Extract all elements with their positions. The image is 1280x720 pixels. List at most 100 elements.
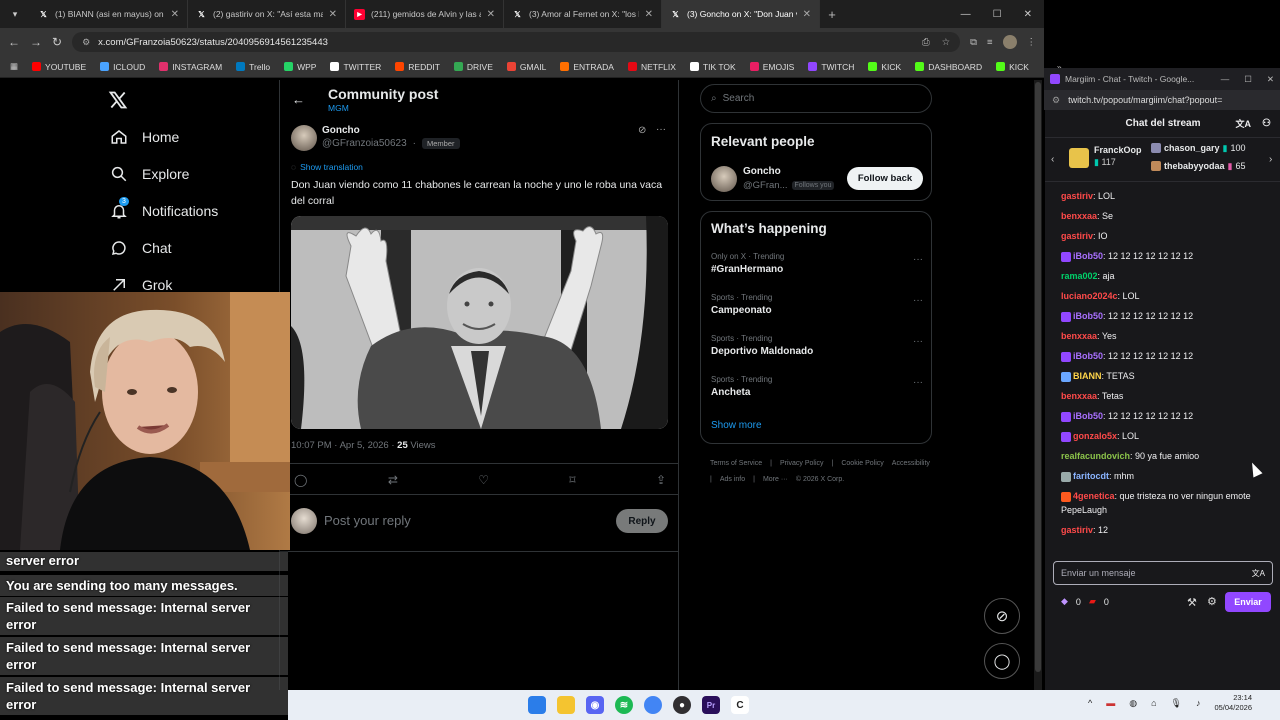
bookmark-star-icon[interactable]: ☆ bbox=[942, 37, 951, 48]
community-name[interactable]: MGM bbox=[328, 103, 349, 113]
translate-icon[interactable]: 文A bbox=[1252, 568, 1265, 579]
chat-username[interactable]: gastiriv bbox=[1061, 191, 1093, 201]
bookmark-dashboard[interactable]: DASHBOARD bbox=[915, 62, 982, 72]
trend-item[interactable]: Sports · Trending Campeonato ··· bbox=[711, 293, 923, 334]
chat-message[interactable]: benxxaa: Tetas bbox=[1045, 386, 1280, 406]
apps-icon[interactable]: ▦ bbox=[10, 61, 18, 72]
obs-icon[interactable]: ● bbox=[673, 696, 691, 714]
back-arrow-icon[interactable]: ← bbox=[292, 92, 305, 107]
chat-message[interactable]: benxxaa: Se bbox=[1045, 206, 1280, 226]
show-translation-link[interactable]: ◌ Show translation bbox=[291, 162, 363, 172]
sidebar-item-notifications[interactable]: 3 Notifications bbox=[110, 197, 218, 220]
footer-link[interactable]: Privacy Policy bbox=[780, 456, 824, 472]
more-options-icon[interactable]: ··· bbox=[913, 377, 923, 388]
new-tab-button[interactable]: + bbox=[820, 7, 844, 22]
tab-5[interactable]: 𝕏 (3) Goncho on X: "Don Juan vie ✕ bbox=[662, 0, 820, 28]
tray-chevron-icon[interactable]: ^ bbox=[1088, 698, 1092, 708]
sidebar-item-home[interactable]: Home bbox=[110, 128, 218, 146]
sidebar-item-explore[interactable]: Explore bbox=[110, 165, 218, 183]
chat-username[interactable]: BIANN bbox=[1073, 371, 1102, 381]
back-icon[interactable]: ← bbox=[8, 35, 20, 49]
share-icon[interactable]: ⇪ bbox=[656, 473, 666, 487]
chat-username[interactable]: faritocdt bbox=[1073, 471, 1109, 481]
chat-username[interactable]: iBob50 bbox=[1073, 351, 1103, 361]
install-icon[interactable]: ⎙ bbox=[922, 37, 930, 48]
close-window-icon[interactable]: ✕ bbox=[1267, 74, 1274, 85]
chat-username[interactable]: rama002 bbox=[1061, 271, 1098, 281]
users-icon[interactable]: ⚇ bbox=[1262, 118, 1271, 129]
windows-start-icon[interactable] bbox=[528, 696, 546, 714]
chat-username[interactable]: iBob50 bbox=[1073, 311, 1103, 321]
more-options-icon[interactable]: ··· bbox=[913, 254, 923, 265]
more-options-icon[interactable]: ··· bbox=[656, 124, 666, 135]
tray-steam-icon[interactable]: ◍ bbox=[1129, 698, 1137, 709]
sidebar-item-chat[interactable]: Chat bbox=[110, 239, 218, 257]
chat-message[interactable]: BIANN: TETAS bbox=[1045, 366, 1280, 386]
close-icon[interactable]: ✕ bbox=[329, 9, 337, 20]
chat-username[interactable]: iBob50 bbox=[1073, 251, 1103, 261]
chat-message[interactable]: iBob50: 12 12 12 12 12 12 12 bbox=[1045, 346, 1280, 366]
tab-3[interactable]: ▶ (211) gemidos de Alvin y las ar ✕ bbox=[346, 0, 504, 28]
chat-message[interactable]: iBob50: 12 12 12 12 12 12 12 bbox=[1045, 246, 1280, 266]
follow-back-button[interactable]: Follow back bbox=[847, 167, 923, 190]
reply-button[interactable]: Reply bbox=[616, 509, 668, 533]
bookmark-wpp[interactable]: WPP bbox=[284, 62, 316, 72]
chat-message[interactable]: gastiriv: 12 bbox=[1045, 520, 1280, 540]
capcut-icon[interactable]: C bbox=[731, 696, 749, 714]
maximize-icon[interactable]: ☐ bbox=[1244, 74, 1252, 85]
chat-message[interactable]: realfacundovich: 90 ya fue amioo bbox=[1045, 446, 1280, 466]
mod-tools-icon[interactable]: ⚒ bbox=[1187, 596, 1197, 609]
translate-icon[interactable]: 文A bbox=[1236, 117, 1252, 130]
post-image[interactable] bbox=[291, 216, 668, 429]
chat-message[interactable]: iBob50: 12 12 12 12 12 12 12 bbox=[1045, 306, 1280, 326]
grok-float-icon[interactable]: ⊘ bbox=[984, 598, 1020, 634]
tray-app-icon[interactable]: ▬ bbox=[1106, 698, 1115, 708]
chat-message[interactable]: rama002: aja bbox=[1045, 266, 1280, 286]
chat-message[interactable]: gastiriv: LOL bbox=[1045, 186, 1280, 206]
premiere-icon[interactable]: Pr bbox=[702, 696, 720, 714]
chat-message[interactable]: gonzalo5x: LOL bbox=[1045, 426, 1280, 446]
close-icon[interactable]: ✕ bbox=[803, 9, 811, 20]
bookmark-reddit[interactable]: REDDIT bbox=[395, 62, 440, 72]
file-explorer-icon[interactable] bbox=[557, 696, 575, 714]
bits-icon[interactable]: ▰ bbox=[1089, 596, 1096, 607]
bookmark-youtube[interactable]: YOUTUBE bbox=[32, 62, 86, 72]
bookmark-icloud[interactable]: ICLOUD bbox=[100, 62, 145, 72]
bookmark-twitch[interactable]: TWITCH bbox=[808, 62, 854, 72]
minimize-icon[interactable]: — bbox=[961, 9, 971, 20]
footer-link[interactable]: Accessibility bbox=[892, 456, 930, 472]
address-bar[interactable]: ⚙ x.com/GFranzoia50623/status/2040956914… bbox=[72, 32, 961, 52]
chat-message[interactable]: gastiriv: IO bbox=[1045, 226, 1280, 246]
channel-points-icon[interactable]: ◆ bbox=[1061, 596, 1068, 607]
reading-list-icon[interactable]: ≡ bbox=[987, 37, 993, 48]
forward-icon[interactable]: → bbox=[30, 35, 42, 49]
profile-avatar[interactable] bbox=[1002, 35, 1017, 49]
grok-post-icon[interactable]: ⊘ bbox=[638, 125, 646, 136]
trend-item[interactable]: Sports · Trending Deportivo Maldonado ··· bbox=[711, 334, 923, 375]
person-name[interactable]: Goncho bbox=[743, 166, 781, 177]
close-icon[interactable]: ✕ bbox=[645, 9, 653, 20]
chat-message[interactable]: faritocdt: mhm bbox=[1045, 466, 1280, 486]
search-input[interactable]: ⌕ Search bbox=[700, 84, 932, 113]
show-more-link[interactable]: Show more bbox=[711, 420, 762, 431]
chat-username[interactable]: benxxaa bbox=[1061, 211, 1097, 221]
tray-volume-icon[interactable]: ♪ bbox=[1196, 698, 1201, 708]
close-icon[interactable]: ✕ bbox=[487, 9, 495, 20]
extensions-icon[interactable]: ⧉ bbox=[970, 37, 977, 48]
tab-4[interactable]: 𝕏 (3) Amor al Fernet on X: "los hu ✕ bbox=[504, 0, 662, 28]
chat-message[interactable]: benxxaa: Yes bbox=[1045, 326, 1280, 346]
discord-icon[interactable]: ◉ bbox=[586, 696, 604, 714]
chat-username[interactable]: benxxaa bbox=[1061, 391, 1097, 401]
reload-icon[interactable]: ↻ bbox=[52, 35, 62, 49]
bookmark-netflix[interactable]: NETFLIX bbox=[627, 62, 676, 72]
close-icon[interactable]: ✕ bbox=[171, 9, 179, 20]
chat-username[interactable]: realfacundovich bbox=[1061, 451, 1130, 461]
like-icon[interactable]: ♡ bbox=[478, 473, 489, 487]
footer-link[interactable]: © 2026 X Corp. bbox=[796, 472, 844, 488]
bookmark-trello[interactable]: Trello bbox=[236, 62, 270, 72]
more-options-icon[interactable]: ··· bbox=[913, 336, 923, 347]
tray-network-icon[interactable]: ⌂ bbox=[1151, 698, 1156, 708]
chevron-left-icon[interactable]: ‹ bbox=[1051, 154, 1054, 165]
bookmark-instagram[interactable]: INSTAGRAM bbox=[159, 62, 222, 72]
bookmark-emojis[interactable]: EMOJIS bbox=[749, 62, 794, 72]
